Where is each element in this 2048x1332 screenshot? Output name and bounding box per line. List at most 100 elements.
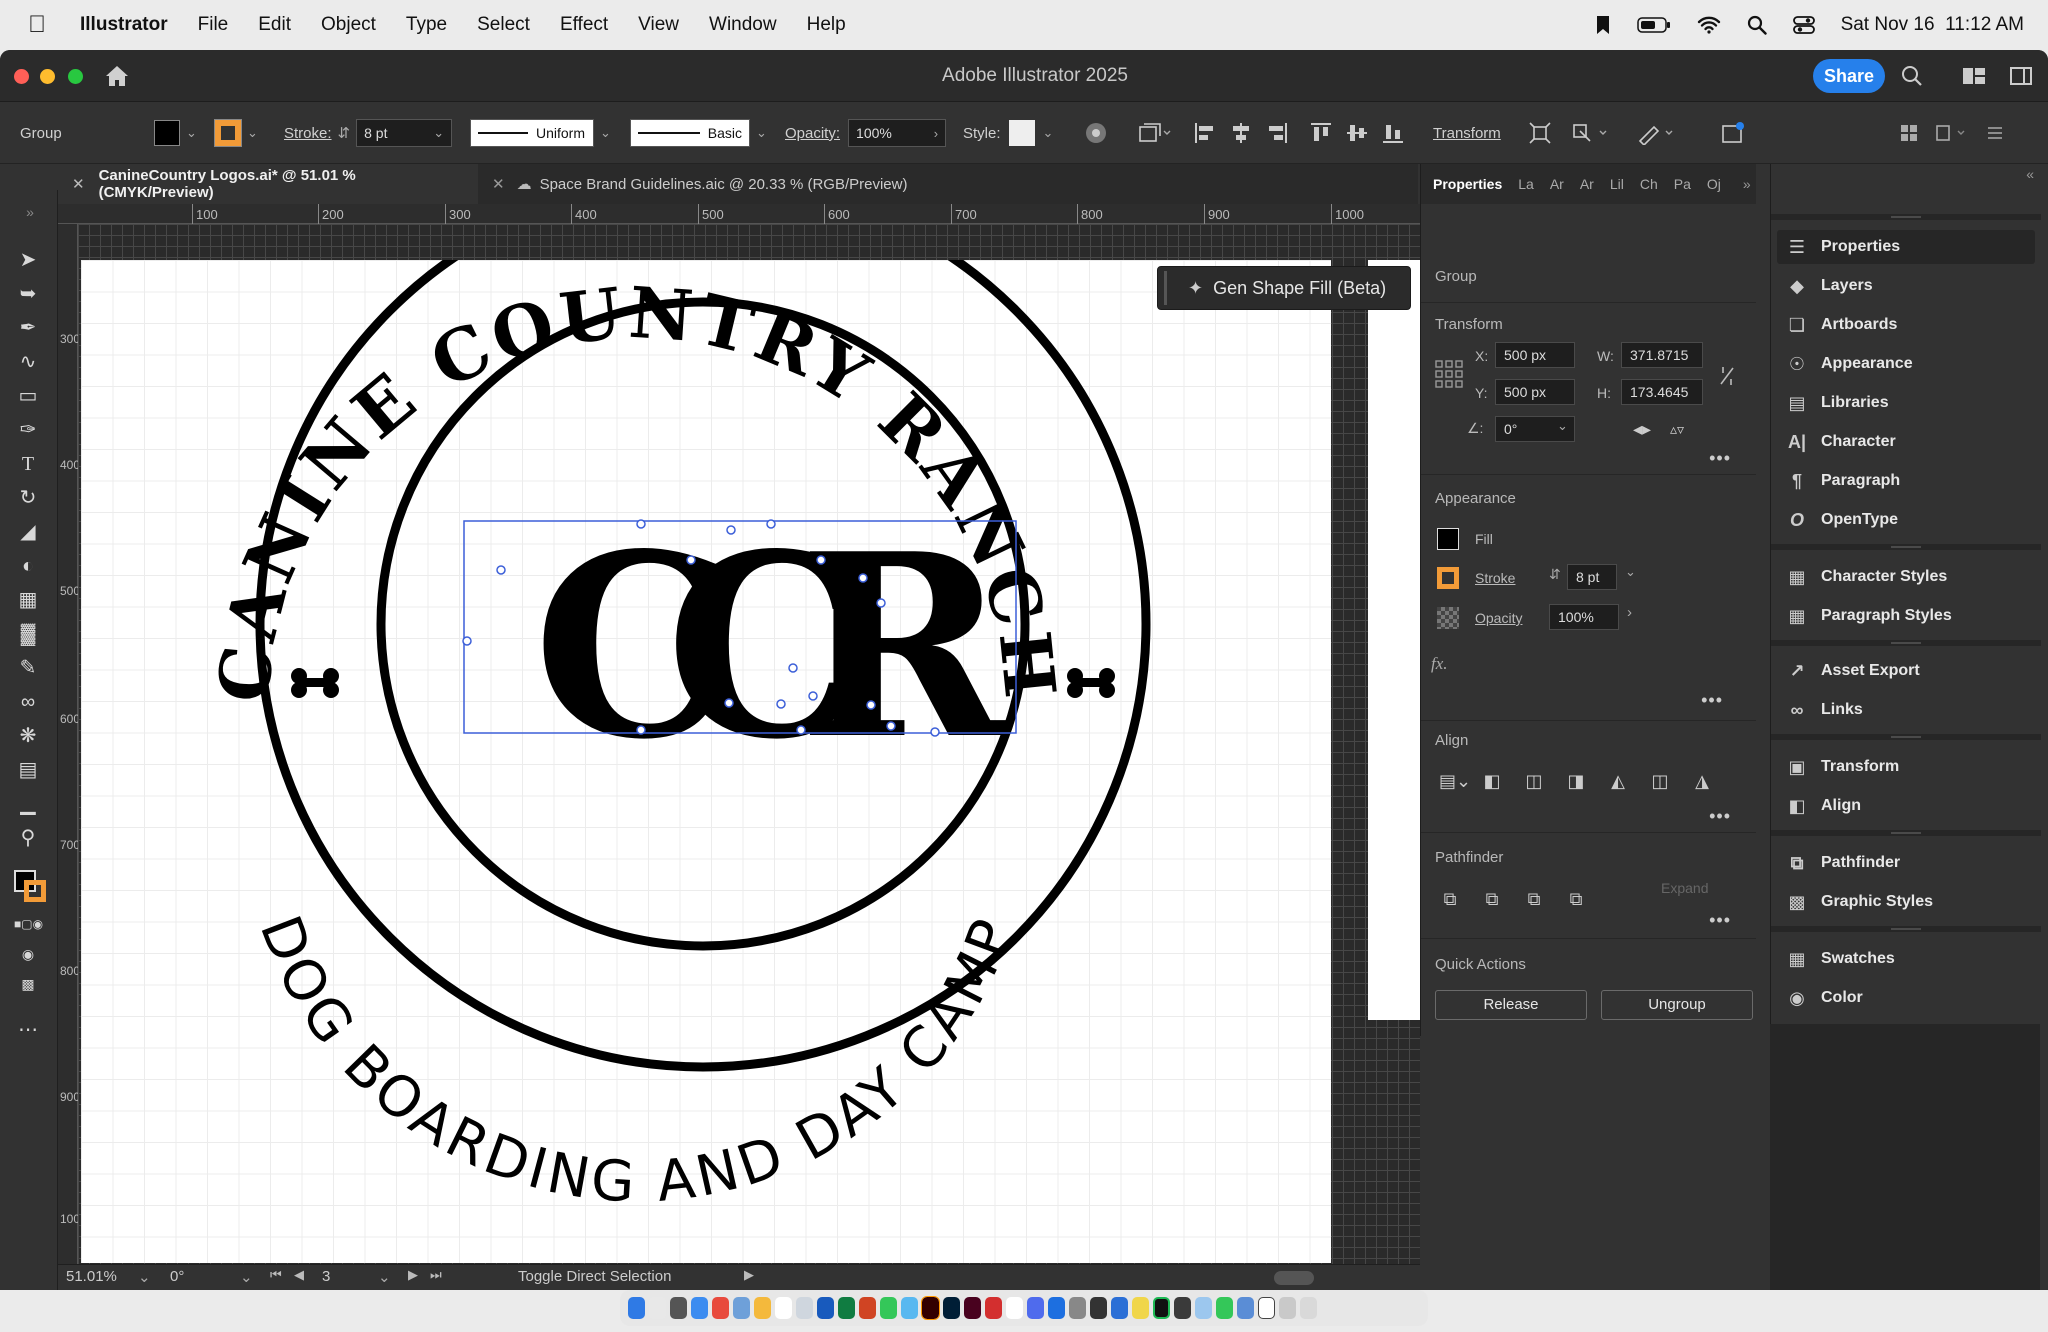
bookmark-icon[interactable] (1595, 15, 1611, 35)
transform-each-icon[interactable] (1528, 102, 1552, 164)
next-artboard-icon[interactable]: ▶ (408, 1267, 418, 1283)
brush-definition[interactable]: Basic (630, 119, 750, 147)
excel-icon[interactable] (838, 1297, 855, 1319)
indesign-icon[interactable] (964, 1297, 981, 1319)
generative-recolor-icon[interactable] (1720, 102, 1746, 164)
fill-swatch[interactable] (1437, 528, 1459, 550)
artboard-tool-icon[interactable]: ▤ (14, 756, 42, 784)
chrome-icon[interactable] (712, 1297, 729, 1319)
artboard-number[interactable]: 3 (322, 1268, 330, 1285)
utility-icon[interactable] (1069, 1297, 1086, 1319)
teams-icon[interactable] (1027, 1297, 1044, 1319)
expand-button[interactable]: Expand (1661, 880, 1708, 896)
finder-icon[interactable] (628, 1297, 645, 1319)
align-to-icon[interactable]: ▤⌄ (1437, 770, 1473, 792)
app-store-icon[interactable] (1111, 1297, 1128, 1319)
graphic-style-swatch[interactable] (1008, 120, 1035, 146)
logo-artwork[interactable]: CANINE COUNTRY RANCH DOG BOARDING AND DA… (81, 176, 1331, 1263)
tab-layers[interactable]: La (1518, 176, 1534, 192)
align-right-icon[interactable]: ◨ (1565, 770, 1587, 792)
chatgpt-icon[interactable] (1090, 1297, 1107, 1319)
edit-toolbar-icon[interactable]: ⋯ (14, 1016, 42, 1044)
stepper-icon[interactable]: ⇵ (338, 124, 351, 142)
transform-link[interactable]: Transform (1433, 102, 1501, 164)
chevron-down-icon[interactable]: ⌄ (247, 125, 258, 141)
blend-tool-icon[interactable]: ∞ (14, 688, 42, 716)
tab-properties[interactable]: Properties (1433, 176, 1502, 192)
dock-item-paragraph-styles[interactable]: ▦ Paragraph Styles (1785, 599, 1951, 633)
align-left-icon[interactable]: ◧ (1481, 770, 1503, 792)
stroke-label[interactable]: Stroke (1475, 570, 1515, 586)
arrange-documents-icon[interactable] (1900, 124, 1918, 142)
chevron-down-icon[interactable]: ⌄ (1557, 418, 1568, 434)
dock-item-properties[interactable]: ☰ Properties (1785, 230, 1900, 264)
artboard-2[interactable] (1368, 260, 1420, 1020)
control-center-icon[interactable] (1792, 15, 1815, 35)
menu-effect[interactable]: Effect (560, 14, 608, 36)
dock-item-graphic-styles[interactable]: ▩ Graphic Styles (1785, 885, 1933, 919)
dock-item-opentype[interactable]: O OpenType (1785, 503, 1898, 537)
rectangle-tool-icon[interactable]: ▭ (14, 382, 42, 410)
dock-item-artboards[interactable]: ❏ Artboards (1785, 308, 1898, 342)
isolate-group-icon[interactable] (1570, 102, 1610, 164)
curvature-tool-icon[interactable]: ∿ (14, 348, 42, 376)
recolor-artwork-icon[interactable] (1084, 102, 1108, 164)
opacity-label[interactable]: Opacity: (785, 125, 840, 142)
release-button[interactable]: Release (1435, 990, 1587, 1020)
dock-item-character[interactable]: A| Character (1785, 425, 1896, 459)
ungroup-button[interactable]: Ungroup (1601, 990, 1753, 1020)
exclude-icon[interactable]: ⧉ (1565, 888, 1587, 910)
close-tab-icon[interactable]: ✕ (72, 175, 85, 193)
align-to-icon[interactable] (1138, 102, 1172, 164)
more-options-icon[interactable]: ••• (1709, 806, 1731, 827)
more-options-icon[interactable] (1986, 124, 2004, 142)
align-middle-icon[interactable] (1346, 122, 1368, 144)
more-options-icon[interactable]: ••• (1709, 448, 1731, 469)
trash-icon[interactable] (1300, 1297, 1317, 1319)
rotate-tool-icon[interactable]: ↻ (14, 484, 42, 512)
clock[interactable]: Sat Nov 16 11:12 AM (1841, 14, 2024, 36)
dock-item-links[interactable]: ∞ Links (1785, 693, 1863, 727)
drag-handle-icon[interactable] (1164, 271, 1170, 305)
fill-swatch[interactable]: ⌄ (154, 102, 197, 164)
facetime-icon[interactable] (1216, 1297, 1233, 1319)
selection-tool-icon[interactable]: ➤ (14, 246, 42, 274)
previous-artboard-icon[interactable]: ◀ (294, 1267, 304, 1283)
chevron-down-icon[interactable]: ⌄ (600, 125, 611, 141)
stepper-icon[interactable]: ⇵ (1549, 566, 1561, 583)
folder-icon[interactable] (1195, 1297, 1212, 1319)
opacity-input[interactable]: 100% (1549, 604, 1619, 630)
zoom-app-icon[interactable] (1048, 1297, 1065, 1319)
status-menu-icon[interactable]: ▶ (744, 1267, 754, 1283)
notion-icon[interactable] (1258, 1297, 1275, 1319)
notes-icon[interactable] (1132, 1297, 1149, 1319)
first-artboard-icon[interactable]: ⏮ (270, 1267, 282, 1283)
chevron-down-icon[interactable]: ⌄ (1043, 125, 1054, 141)
menu-object[interactable]: Object (321, 14, 376, 36)
align-top-icon[interactable] (1310, 122, 1332, 144)
canvas-area[interactable]: CANINE COUNTRY RANCH DOG BOARDING AND DA… (78, 176, 1420, 1264)
spotlight-icon[interactable] (1747, 15, 1767, 35)
tab-space-brand[interactable]: ✕ ☁ Space Brand Guidelines.aic @ 20.33 %… (478, 164, 998, 204)
collapse-panel-icon[interactable]: » (16, 198, 44, 226)
eyedropper-tool-icon[interactable]: ✎ (14, 654, 42, 682)
eraser-tool-icon[interactable]: ◢ (14, 518, 42, 546)
opacity-input[interactable]: 100% › (848, 119, 947, 147)
more-options-icon[interactable]: ••• (1701, 690, 1723, 711)
shape-builder-tool-icon[interactable]: ◐ (14, 552, 42, 580)
align-right-icon[interactable] (1266, 122, 1288, 144)
pen-tool-icon[interactable]: ✒ (14, 314, 42, 342)
fx-icon[interactable]: fx. (1431, 654, 1448, 674)
type-tool-icon[interactable]: T (14, 450, 42, 478)
chevron-down-icon[interactable]: ⌄ (756, 125, 767, 141)
screen-mode-icon[interactable]: ▩ (14, 970, 42, 998)
more-options-icon[interactable]: ••• (1709, 910, 1731, 931)
minus-front-icon[interactable]: ⧉ (1481, 888, 1503, 910)
horizontal-ruler[interactable]: 100 200 300 400 500 600 700 800 900 1000 (58, 204, 1420, 224)
horizontal-scrollbar[interactable] (1274, 1271, 1314, 1285)
chevron-down-icon[interactable]: ⌄ (240, 1268, 253, 1286)
tab-libraries[interactable]: Lil (1610, 176, 1624, 192)
dock-item-color[interactable]: ◉ Color (1785, 981, 1863, 1015)
recolor-icon[interactable] (1636, 102, 1676, 164)
downloads-stack-icon[interactable] (1279, 1297, 1296, 1319)
